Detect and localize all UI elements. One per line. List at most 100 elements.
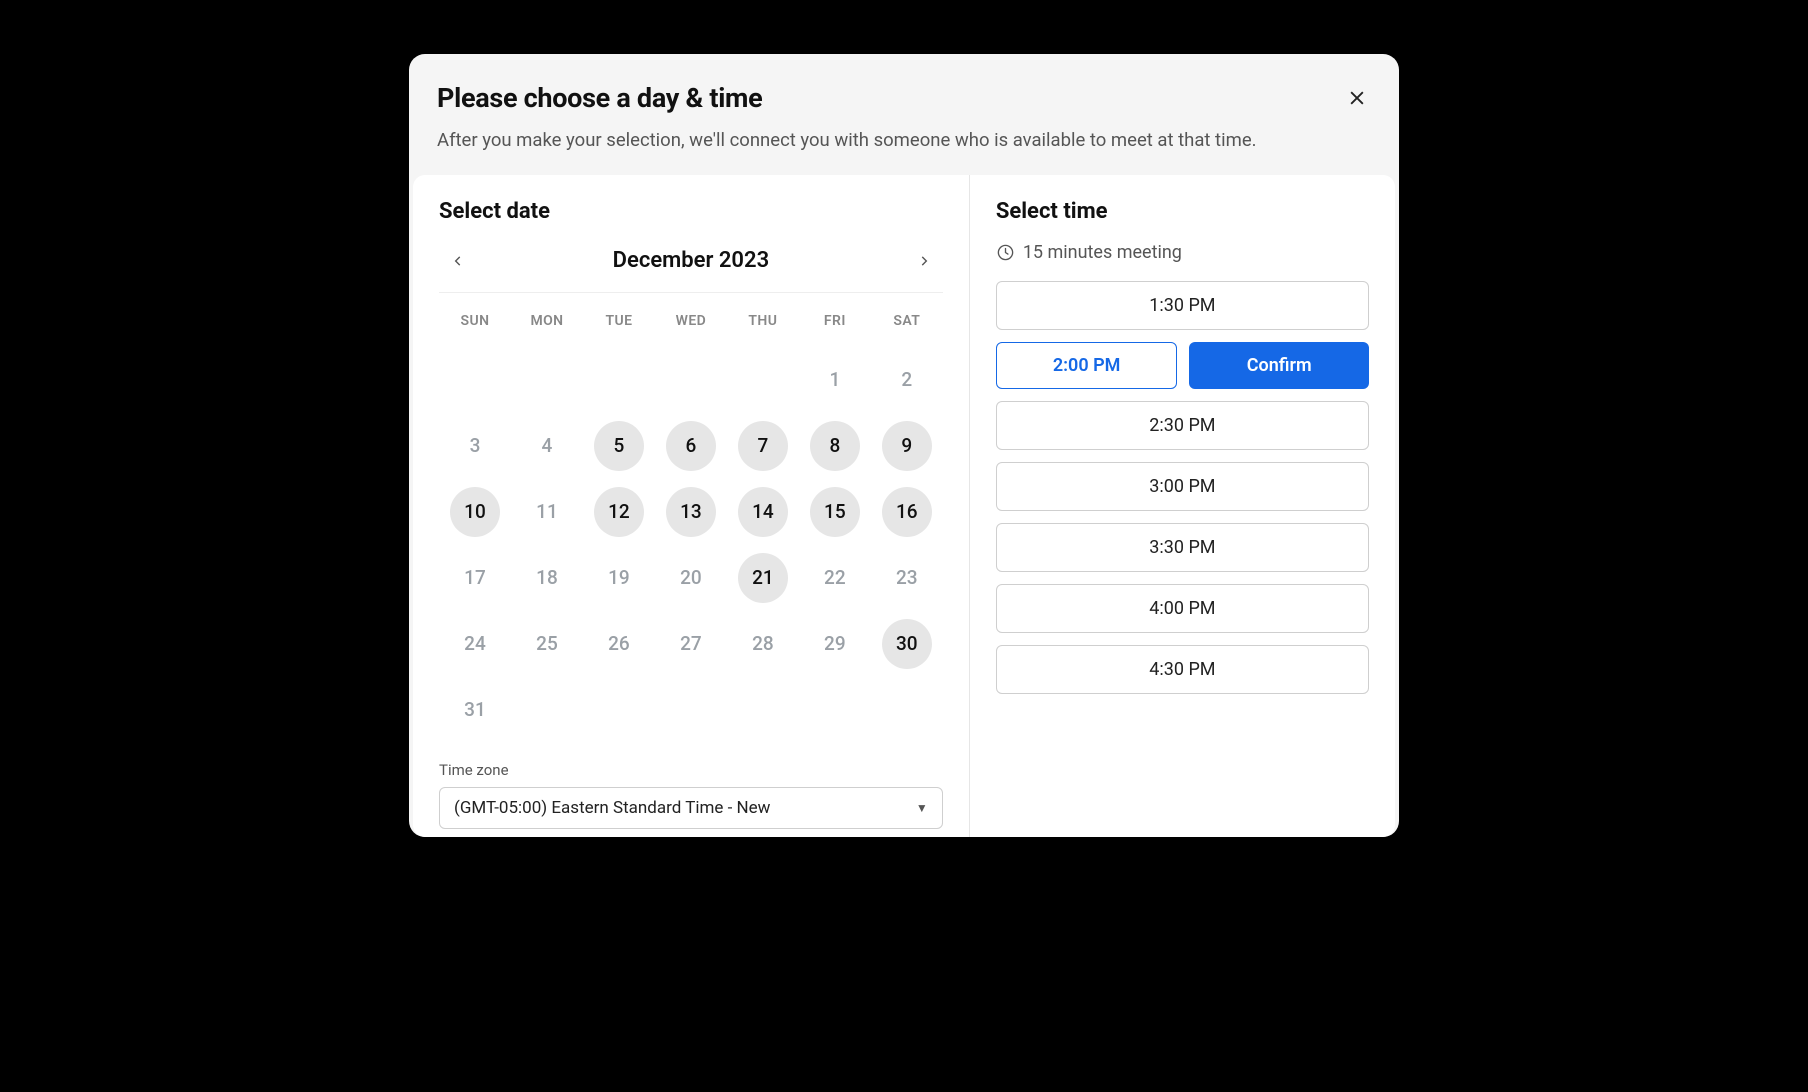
calendar-day-disabled: 1 [810,355,860,405]
weekday-label: SAT [871,303,943,339]
calendar-day-disabled: 31 [450,685,500,735]
calendar-day-cell [655,347,727,413]
month-nav: December 2023 [439,242,943,293]
calendar-day-cell: 27 [655,611,727,677]
calendar-day-available[interactable]: 14 [738,487,788,537]
calendar-day-cell [439,347,511,413]
calendar-day-cell: 16 [871,479,943,545]
chevron-right-icon [917,254,931,268]
calendar-day-disabled: 3 [450,421,500,471]
calendar-day-cell: 5 [583,413,655,479]
calendar-day-cell: 6 [655,413,727,479]
calendar-day-cell [511,347,583,413]
timezone-label: Time zone [439,761,943,779]
calendar-day-cell: 24 [439,611,511,677]
calendar-day-cell: 8 [799,413,871,479]
meeting-length: 15 minutes meeting [996,242,1369,263]
calendar-day-disabled: 22 [810,553,860,603]
panels: Select date December 2023 SUNMONTUEWEDTH… [413,175,1395,837]
time-slot[interactable]: 4:00 PM [996,584,1369,633]
time-slot[interactable]: 2:30 PM [996,401,1369,450]
calendar-day-cell: 7 [727,413,799,479]
calendar-day-available[interactable]: 15 [810,487,860,537]
calendar-day-disabled: 2 [882,355,932,405]
calendar-day-cell: 17 [439,545,511,611]
calendar-day-cell: 11 [511,479,583,545]
calendar-day-disabled: 4 [522,421,572,471]
calendar-day-available[interactable]: 7 [738,421,788,471]
calendar-day-disabled: 25 [522,619,572,669]
time-slot-list: 1:30 PM 2:00 PMConfirm 2:30 PM 3:00 PM 3:30 … [996,281,1369,694]
modal-title: Please choose a day & time [437,82,1371,114]
time-slot[interactable]: 1:30 PM [996,281,1369,330]
weekday-row: SUNMONTUEWEDTHUFRISAT [439,303,943,339]
calendar-day-cell: 31 [439,677,511,743]
confirm-button[interactable]: Confirm [1189,342,1369,389]
time-slot-selected[interactable]: 2:00 PM [996,342,1178,389]
close-icon [1347,88,1367,108]
modal-header: Please choose a day & time After you mak… [409,82,1399,175]
calendar-day-disabled: 28 [738,619,788,669]
calendar-day-available[interactable]: 10 [450,487,500,537]
close-button[interactable] [1343,84,1371,112]
weekday-label: FRI [799,303,871,339]
clock-icon [996,243,1015,262]
caret-down-icon: ▼ [916,801,928,815]
date-panel-title: Select date [439,199,943,224]
calendar-day-cell: 15 [799,479,871,545]
calendar-day-cell: 29 [799,611,871,677]
calendar-day-disabled: 18 [522,553,572,603]
calendar-day-cell: 3 [439,413,511,479]
calendar-day-cell: 13 [655,479,727,545]
calendar-day-available[interactable]: 16 [882,487,932,537]
weekday-label: MON [511,303,583,339]
weekday-label: SUN [439,303,511,339]
time-slot[interactable]: 3:30 PM [996,523,1369,572]
weekday-label: TUE [583,303,655,339]
calendar-day-cell: 14 [727,479,799,545]
calendar-day-cell: 26 [583,611,655,677]
time-panel-title: Select time [996,199,1369,224]
calendar-day-cell: 21 [727,545,799,611]
calendar-day-cell [583,347,655,413]
calendar-day-cell: 25 [511,611,583,677]
calendar-day-available[interactable]: 9 [882,421,932,471]
calendar-day-cell: 30 [871,611,943,677]
timezone-select[interactable]: (GMT-05:00) Eastern Standard Time - New … [439,787,943,829]
month-label: December 2023 [613,248,769,273]
weekday-label: WED [655,303,727,339]
time-slot[interactable]: 4:30 PM [996,645,1369,694]
calendar-day-cell: 2 [871,347,943,413]
calendar-day-available[interactable]: 13 [666,487,716,537]
time-slot[interactable]: 3:00 PM [996,462,1369,511]
calendar-day-cell: 12 [583,479,655,545]
calendar-day-available[interactable]: 8 [810,421,860,471]
timezone-value: (GMT-05:00) Eastern Standard Time - New [454,798,770,818]
calendar-day-available[interactable]: 21 [738,553,788,603]
date-panel: Select date December 2023 SUNMONTUEWEDTH… [413,175,970,837]
calendar-day-cell: 18 [511,545,583,611]
calendar-day-cell: 1 [799,347,871,413]
scheduler-modal: Please choose a day & time After you mak… [409,54,1399,837]
calendar-day-cell: 28 [727,611,799,677]
calendar-day-disabled: 29 [810,619,860,669]
calendar-day-disabled: 19 [594,553,644,603]
calendar-day-cell: 19 [583,545,655,611]
modal-subtitle: After you make your selection, we'll con… [437,128,1371,153]
calendar-day-cell: 9 [871,413,943,479]
next-month-button[interactable] [911,248,937,274]
selected-slot-row: 2:00 PMConfirm [996,342,1369,389]
time-panel: Select time 15 minutes meeting 1:30 PM 2:… [970,175,1395,837]
prev-month-button[interactable] [445,248,471,274]
calendar-day-disabled: 20 [666,553,716,603]
calendar-grid: 1234567891011121314151617181920212223242… [439,347,943,743]
calendar-day-available[interactable]: 12 [594,487,644,537]
calendar-day-available[interactable]: 30 [882,619,932,669]
calendar-day-available[interactable]: 5 [594,421,644,471]
weekday-label: THU [727,303,799,339]
calendar-day-available[interactable]: 6 [666,421,716,471]
calendar-day-cell [727,347,799,413]
calendar-day-cell: 22 [799,545,871,611]
calendar-day-disabled: 11 [522,487,572,537]
calendar-day-disabled: 17 [450,553,500,603]
